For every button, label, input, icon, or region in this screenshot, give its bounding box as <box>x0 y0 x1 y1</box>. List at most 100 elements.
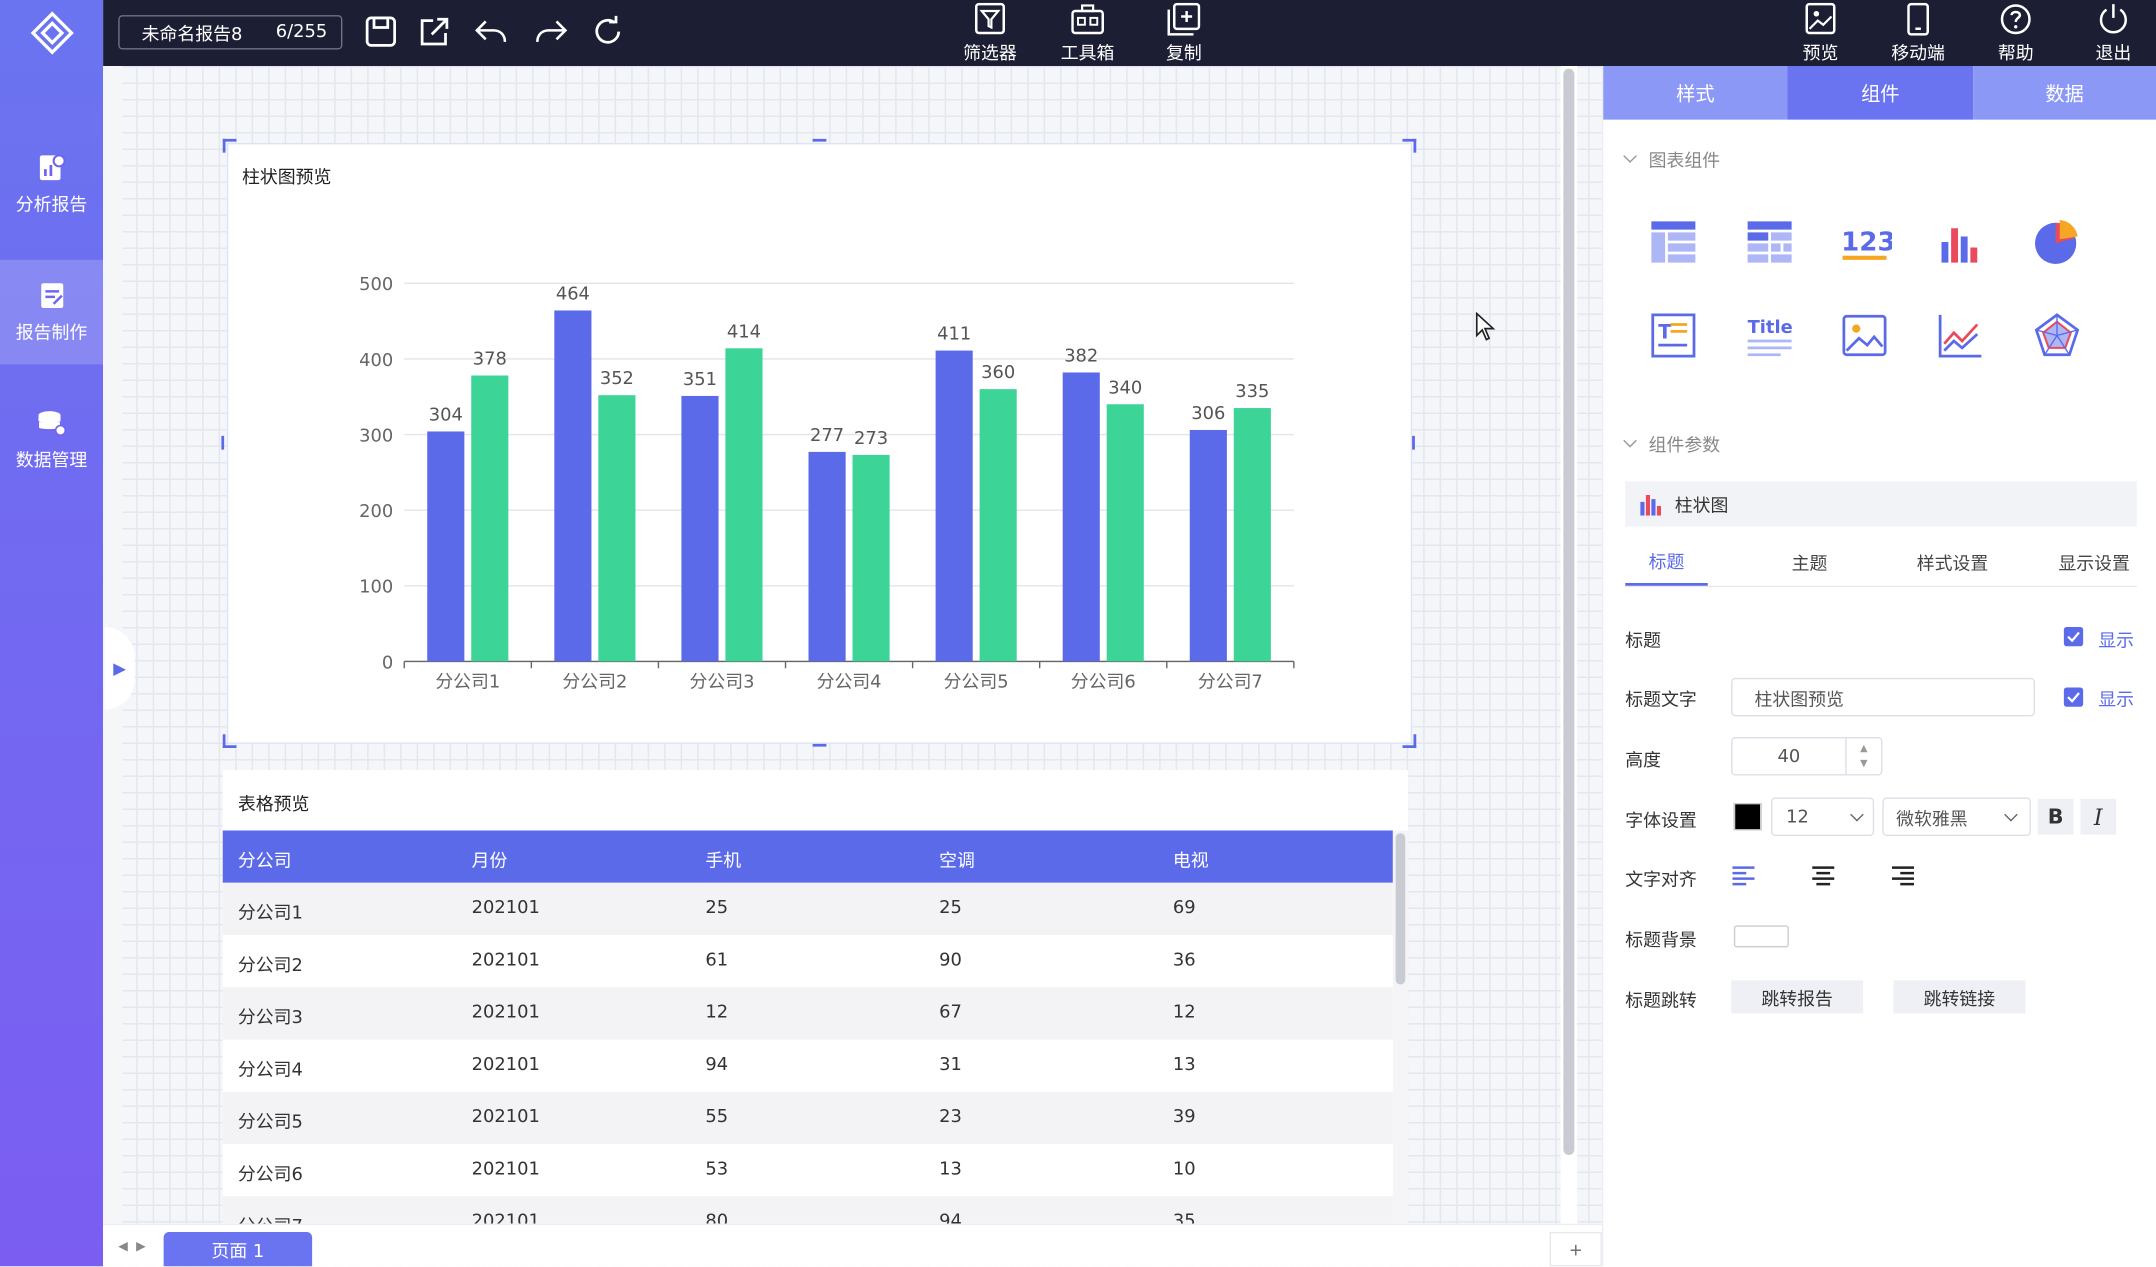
height-value: 40 <box>1777 745 1801 767</box>
table-cell: 36 <box>1172 950 1196 971</box>
tab-style[interactable]: 样式 <box>1603 66 1788 120</box>
table-row[interactable]: 分公司5 202101 55 23 39 <box>222 1091 1393 1144</box>
component-bar-chart[interactable] <box>1931 212 1992 273</box>
table-cell: 202101 <box>471 1106 540 1128</box>
component-pie-chart[interactable] <box>2027 212 2088 273</box>
table-cell: 31 <box>939 1054 962 1076</box>
table-cell: 53 <box>705 1159 729 1180</box>
component-pivot-table[interactable] <box>1739 212 1800 273</box>
align-right-icon[interactable] <box>1891 865 1916 887</box>
table-icon <box>1651 221 1696 263</box>
subtab-style-settings[interactable]: 样式设置 <box>1903 536 2002 586</box>
table-cell: 12 <box>705 1002 729 1023</box>
resize-handle-bottom-right[interactable] <box>1402 734 1417 748</box>
page-tabs-bar <box>103 1223 1602 1267</box>
table-row[interactable]: 分公司2 202101 61 90 36 <box>222 935 1393 988</box>
font-family-select[interactable]: 微软雅黑 <box>1882 797 2031 836</box>
font-size-value: 12 <box>1786 806 1809 828</box>
checkmark-icon <box>2067 631 2080 643</box>
pie-chart-icon <box>2035 220 2078 264</box>
align-left-icon[interactable] <box>1731 865 1756 887</box>
jump-report-button[interactable]: 跳转报告 <box>1731 980 1864 1014</box>
text-icon: T <box>1651 313 1696 358</box>
title-text-show-checkbox[interactable] <box>2063 687 2084 707</box>
table-cell: 12 <box>1172 1002 1196 1023</box>
image-icon <box>1842 314 1887 357</box>
add-page-button[interactable]: + <box>1549 1232 1602 1267</box>
field-height-label: 高度 <box>1625 750 1662 772</box>
canvas-scrollbar-thumb[interactable] <box>1563 68 1575 1155</box>
component-number-card[interactable]: 123 <box>1834 212 1895 273</box>
section-chart-components[interactable]: 图表组件 <box>1623 146 1720 172</box>
table-cell: 61 <box>705 950 729 971</box>
table-cell: 202101 <box>471 1054 540 1076</box>
checkmark-icon <box>2067 692 2080 703</box>
field-align-label: 文字对齐 <box>1625 870 1697 891</box>
title-text-value: 柱状图预览 <box>1754 689 1844 711</box>
table-cell: 35 <box>1172 1211 1196 1224</box>
table-cell: 分公司7 <box>238 1211 303 1224</box>
resize-handle-right[interactable] <box>1412 435 1415 450</box>
svg-text:123: 123 <box>1841 227 1892 257</box>
line-chart-icon <box>1938 314 1982 358</box>
title-text-input[interactable]: 柱状图预览 <box>1731 677 2035 717</box>
italic-button[interactable]: I <box>2080 798 2117 835</box>
subtab-display-settings[interactable]: 显示设置 <box>2046 536 2142 586</box>
bar-chart-icon <box>1640 494 1661 515</box>
bold-button[interactable]: B <box>2037 798 2074 835</box>
font-color-swatch[interactable] <box>1733 803 1762 831</box>
component-table[interactable] <box>1643 212 1704 273</box>
table-row[interactable]: 分公司4 202101 94 31 13 <box>222 1039 1393 1092</box>
page-prev-icon[interactable]: ◀ <box>118 1240 128 1254</box>
font-size-select[interactable]: 12 <box>1771 797 1875 836</box>
height-stepper-arrows[interactable]: ▲ ▼ <box>1845 738 1881 775</box>
subtab-theme[interactable]: 主题 <box>1768 536 1851 586</box>
table-cell: 分公司3 <box>237 1007 303 1029</box>
subtab-title[interactable]: 标题 <box>1625 536 1708 586</box>
stepper-down-icon[interactable]: ▼ <box>1860 756 1867 771</box>
section-component-params[interactable]: 组件参数 <box>1623 430 1720 457</box>
power-icon <box>2099 3 2127 33</box>
page-next-icon[interactable]: ▶ <box>136 1240 146 1254</box>
logout-label: 退出 <box>2095 43 2132 64</box>
table-cell: 分公司4 <box>237 1060 303 1081</box>
table-cell: 202101 <box>471 1159 540 1180</box>
field-title-text-label: 标题文字 <box>1625 690 1697 711</box>
title-bg-color-swatch[interactable] <box>1733 925 1789 948</box>
mobile-label: 移动端 <box>1891 43 1945 64</box>
component-text[interactable]: T <box>1643 305 1704 366</box>
table-scrollbar-thumb[interactable] <box>1395 833 1406 985</box>
table-cell: 分公司6 <box>237 1164 303 1186</box>
help-button[interactable]: 帮助 <box>1986 0 2047 66</box>
table-row[interactable]: 分公司1 202101 25 25 69 <box>222 882 1393 935</box>
table-row[interactable]: 分公司3 202101 12 67 12 <box>222 987 1393 1040</box>
font-family-value: 微软雅黑 <box>1896 809 1968 830</box>
table-cell: 94 <box>705 1054 729 1076</box>
preview-button[interactable]: 预览 <box>1790 0 1851 66</box>
component-line-chart[interactable] <box>1931 305 1992 366</box>
table-cell: 202101 <box>471 950 540 971</box>
tab-components[interactable]: 组件 <box>1787 66 1974 120</box>
jump-link-button[interactable]: 跳转链接 <box>1893 980 2026 1014</box>
page-tab-1[interactable]: 页面 1 <box>163 1232 313 1267</box>
resize-handle-top-right[interactable] <box>1402 138 1417 153</box>
table-row[interactable]: 分公司6 202101 53 13 10 <box>222 1144 1393 1197</box>
chevron-down-icon <box>1850 807 1864 821</box>
table-row[interactable]: 分公司7 202101 80 94 35 <box>222 1196 1393 1224</box>
component-title[interactable]: Title <box>1739 305 1800 366</box>
tab-data[interactable]: 数据 <box>1973 66 2156 120</box>
mobile-button[interactable]: 移动端 <box>1887 0 1950 66</box>
preview-label: 预览 <box>1802 43 1839 64</box>
title-show-checkbox[interactable] <box>2063 627 2084 647</box>
table-cell: 23 <box>939 1106 962 1128</box>
logout-button[interactable]: 退出 <box>2083 0 2144 66</box>
component-radar-chart[interactable] <box>2027 305 2088 366</box>
stepper-up-icon[interactable]: ▲ <box>1860 741 1867 756</box>
table-cell: 55 <box>705 1106 729 1128</box>
component-image[interactable] <box>1834 305 1895 366</box>
table-cell: 分公司1 <box>237 903 303 924</box>
table-cell: 67 <box>939 1002 962 1023</box>
help-icon <box>2000 3 2031 34</box>
table-cell: 94 <box>939 1211 962 1224</box>
align-center-icon[interactable] <box>1811 865 1836 887</box>
